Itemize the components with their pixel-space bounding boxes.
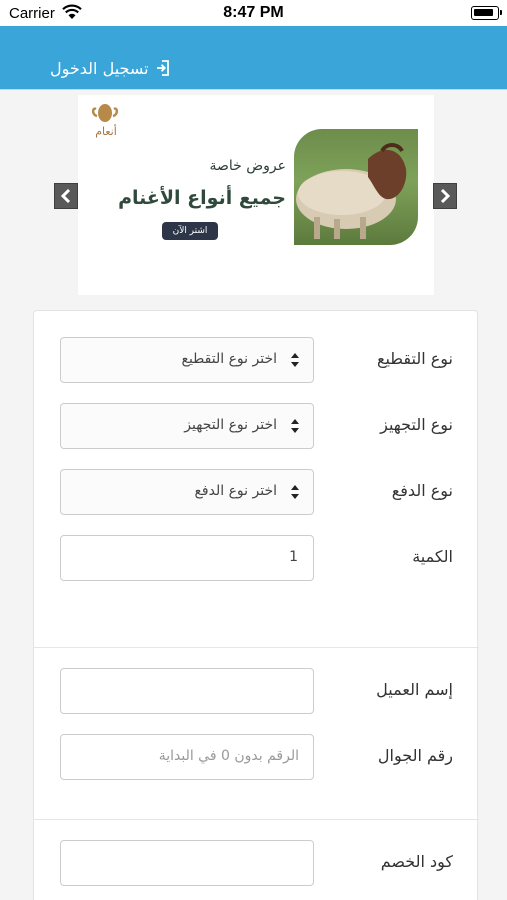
offer-subtitle: جميع أنواع الأغنام xyxy=(118,187,286,209)
payment-type-label: نوع الدفع xyxy=(391,481,453,500)
offer-title: عروض خاصة xyxy=(209,158,286,174)
discount-code-label: كود الخصم xyxy=(380,852,453,871)
cutting-type-select[interactable]: اختر نوع التقطيع xyxy=(60,337,314,383)
cutting-type-row: نوع التقطيع اختر نوع التقطيع xyxy=(34,337,479,383)
mobile-row: رقم الجوال الرقم بدون 0 في البداية xyxy=(34,734,479,780)
quantity-value: 1 xyxy=(289,549,298,565)
chevron-left-icon xyxy=(60,189,71,203)
login-button[interactable]: تسجيل الدخول xyxy=(50,56,170,80)
cutting-type-value: اختر نوع التقطيع xyxy=(181,351,278,367)
carousel-next-button[interactable] xyxy=(433,183,457,209)
discount-code-row: كود الخصم xyxy=(34,840,479,886)
sign-in-icon xyxy=(156,60,169,76)
cutting-type-label: نوع التقطيع xyxy=(376,349,453,368)
mobile-label: رقم الجوال xyxy=(377,746,453,765)
mobile-placeholder: الرقم بدون 0 في البداية xyxy=(158,748,299,764)
sort-arrows-icon xyxy=(291,419,299,433)
sheep-photo xyxy=(294,129,418,245)
chevron-right-icon xyxy=(440,189,451,203)
preparation-type-label: نوع التجهيز xyxy=(380,415,453,434)
status-bar: Carrier 8:47 PM xyxy=(0,0,507,26)
quantity-row: الكمية 1 xyxy=(34,535,479,581)
battery-icon xyxy=(471,6,502,20)
offer-banner[interactable]: أنعام عروض خاصة جميع أنواع الأغنام اشتر … xyxy=(78,95,434,295)
order-form: نوع التقطيع اختر نوع التقطيع نوع التجهيز… xyxy=(33,310,479,900)
offers-carousel: أنعام عروض خاصة جميع أنواع الأغنام اشتر … xyxy=(0,95,507,295)
mobile-input[interactable]: الرقم بدون 0 في البداية xyxy=(60,734,314,780)
navigation-bar: تسجيل الدخول xyxy=(0,26,507,90)
quantity-input[interactable]: 1 xyxy=(60,535,314,581)
payment-type-row: نوع الدفع اختر نوع الدفع xyxy=(34,469,479,515)
payment-type-value: اختر نوع الدفع xyxy=(194,483,277,499)
payment-type-select[interactable]: اختر نوع الدفع xyxy=(60,469,314,515)
carousel-prev-button[interactable] xyxy=(54,183,78,209)
sort-arrows-icon xyxy=(291,485,299,499)
preparation-type-select[interactable]: اختر نوع التجهيز xyxy=(60,403,314,449)
login-label: تسجيل الدخول xyxy=(50,58,149,78)
preparation-type-value: اختر نوع التجهيز xyxy=(184,417,277,433)
preparation-type-row: نوع التجهيز اختر نوع التجهيز xyxy=(34,403,479,449)
sort-arrows-icon xyxy=(291,353,299,367)
customer-name-input[interactable] xyxy=(60,668,314,714)
customer-name-label: إسم العميل xyxy=(376,680,453,699)
quantity-label: الكمية xyxy=(412,547,453,566)
brand-logo-text: أنعام xyxy=(95,125,117,138)
customer-name-row: إسم العميل xyxy=(34,668,479,714)
discount-code-input[interactable] xyxy=(60,840,314,886)
buy-now-button[interactable]: اشتر الآن xyxy=(162,222,218,240)
clock: 8:47 PM xyxy=(223,4,284,21)
section-divider xyxy=(34,819,479,820)
section-divider xyxy=(34,647,479,648)
